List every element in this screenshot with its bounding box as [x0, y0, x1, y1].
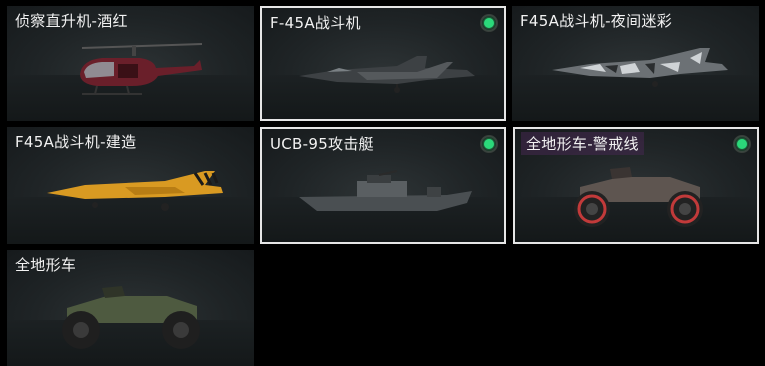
owned-indicator-icon	[733, 135, 751, 153]
vehicle-card-helicopter[interactable]: 侦察直升机-酒红	[7, 6, 254, 121]
helicopter-icon	[80, 43, 203, 95]
vehicle-card-f45a-build[interactable]: F45A战斗机-建造	[7, 127, 254, 244]
vehicle-card-f45a-night-camo[interactable]: F45A战斗机-夜间迷彩	[512, 6, 759, 121]
owned-indicator-icon	[480, 135, 498, 153]
vehicle-label: 全地形车	[15, 256, 77, 274]
jet-camo-icon	[552, 48, 728, 87]
vehicle-card-ucb95-boat[interactable]: UCB-95攻击艇	[260, 127, 506, 244]
vehicle-card-f45a[interactable]: F-45A战斗机	[260, 6, 506, 121]
atv-icon	[574, 167, 703, 227]
jet-yellow-icon	[47, 171, 223, 211]
vehicle-label: 全地形车-警戒线	[521, 132, 644, 155]
vehicle-label: 侦察直升机-酒红	[15, 12, 128, 30]
vehicle-label: UCB-95攻击艇	[270, 135, 374, 153]
jet-icon	[299, 56, 475, 93]
owned-indicator-icon	[480, 14, 498, 32]
atv-green-icon	[62, 286, 200, 349]
vehicle-card-atv-cordon[interactable]: 全地形车-警戒线	[513, 127, 759, 244]
vehicle-label: F45A战斗机-夜间迷彩	[520, 12, 672, 30]
vehicle-label: F-45A战斗机	[270, 14, 361, 32]
vehicle-label: F45A战斗机-建造	[15, 133, 137, 151]
boat-icon	[299, 170, 472, 211]
vehicle-card-atv[interactable]: 全地形车	[7, 250, 254, 366]
